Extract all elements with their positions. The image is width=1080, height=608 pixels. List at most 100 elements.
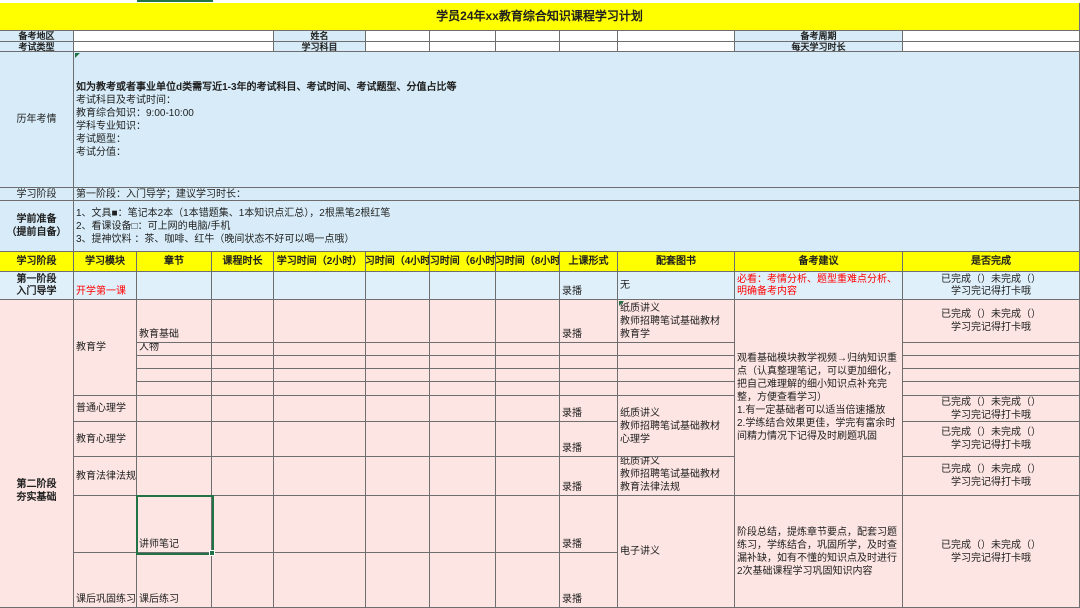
empty-cell[interactable] — [560, 31, 618, 42]
empty-cell[interactable] — [903, 343, 1080, 356]
advice-cell[interactable]: 阶段总结，提炼章节要点，配套习题 练习，学练结合，巩固所学，及时查 漏补缺，如有… — [735, 496, 903, 608]
empty-cell[interactable] — [430, 553, 496, 608]
empty-cell[interactable] — [430, 422, 496, 457]
empty-cell[interactable] — [274, 457, 366, 496]
book-cell[interactable]: 纸质讲义 教师招聘笔试基础教材 教育法律法规 — [618, 457, 735, 496]
col-header-time-4h[interactable]: 习时间（4小时 — [366, 252, 430, 272]
empty-cell[interactable] — [430, 457, 496, 496]
empty-cell[interactable] — [137, 272, 212, 300]
empty-cell[interactable] — [496, 343, 560, 356]
empty-cell[interactable] — [212, 396, 274, 422]
prep-label-cell[interactable]: 学前准备 （提前自备） — [0, 201, 74, 252]
format-cell[interactable]: 录播 — [560, 300, 618, 343]
empty-cell[interactable] — [903, 42, 1080, 52]
empty-cell[interactable] — [618, 31, 735, 42]
empty-cell[interactable] — [274, 356, 366, 369]
stage1-format-cell[interactable]: 录播 — [560, 272, 618, 300]
period-label-cell[interactable]: 备考周期 — [735, 31, 903, 42]
empty-cell[interactable] — [366, 343, 430, 356]
empty-cell[interactable] — [560, 382, 618, 396]
empty-cell[interactable] — [496, 422, 560, 457]
empty-cell[interactable] — [274, 496, 366, 553]
empty-cell[interactable] — [274, 422, 366, 457]
empty-cell[interactable] — [496, 496, 560, 553]
empty-cell[interactable] — [496, 31, 560, 42]
empty-cell[interactable] — [496, 553, 560, 608]
empty-cell[interactable] — [274, 396, 366, 422]
book-cell[interactable]: 电子讲义 — [618, 496, 735, 608]
empty-cell[interactable] — [366, 457, 430, 496]
fill-handle[interactable] — [209, 550, 215, 556]
empty-cell[interactable] — [274, 300, 366, 343]
empty-cell[interactable] — [274, 343, 366, 356]
col-header-time-2h[interactable]: 学习时间（2小时） — [274, 252, 366, 272]
empty-cell[interactable] — [212, 496, 274, 553]
empty-cell[interactable] — [366, 382, 430, 396]
empty-cell[interactable] — [496, 356, 560, 369]
empty-cell[interactable] — [137, 369, 212, 382]
empty-cell[interactable] — [212, 369, 274, 382]
empty-cell[interactable] — [618, 369, 735, 382]
empty-cell[interactable] — [137, 422, 212, 457]
empty-cell[interactable] — [560, 356, 618, 369]
empty-cell[interactable] — [560, 42, 618, 52]
advice-cell[interactable]: 观看基础模块教学视频→归纳知识重 点（认真整理笔记，可以更加细化， 把自己难理解… — [735, 300, 903, 496]
empty-cell[interactable] — [137, 457, 212, 496]
col-header-books[interactable]: 配套图书 — [618, 252, 735, 272]
history-label-cell[interactable]: 历年考情 — [0, 52, 74, 188]
empty-cell[interactable] — [496, 300, 560, 343]
empty-cell[interactable] — [366, 272, 430, 300]
empty-cell[interactable] — [212, 300, 274, 343]
col-header-module[interactable]: 学习模块 — [74, 252, 137, 272]
book-cell[interactable]: 纸质讲义 教师招聘笔试基础教材 心理学 — [618, 396, 735, 457]
module-cell-general-psychology[interactable]: 普通心理学 — [74, 396, 137, 422]
completion-cell[interactable]: 已完成（）未完成（） 学习完记得打卡哦 — [903, 300, 1080, 343]
empty-cell[interactable] — [903, 356, 1080, 369]
module-cell-education-law[interactable]: 教育法律法规 — [74, 457, 137, 496]
module-cell-pedagogy[interactable]: 教育学 — [74, 300, 137, 396]
empty-cell[interactable] — [274, 272, 366, 300]
empty-cell[interactable] — [74, 42, 274, 52]
completion-cell[interactable]: 已完成（）未完成（） 学习完记得打卡哦 — [903, 457, 1080, 496]
empty-cell[interactable] — [366, 496, 430, 553]
empty-cell[interactable] — [618, 343, 735, 356]
module-cell-educational-psychology[interactable]: 教育心理学 — [74, 422, 137, 457]
empty-cell[interactable] — [430, 300, 496, 343]
empty-cell[interactable] — [366, 356, 430, 369]
empty-cell[interactable] — [274, 369, 366, 382]
empty-cell[interactable] — [137, 382, 212, 396]
empty-cell[interactable] — [274, 553, 366, 608]
empty-cell[interactable] — [496, 382, 560, 396]
chapter-cell[interactable]: 人物 — [137, 343, 212, 356]
empty-cell[interactable] — [618, 382, 735, 396]
empty-cell[interactable] — [496, 369, 560, 382]
format-cell[interactable]: 录播 — [560, 396, 618, 422]
format-cell[interactable]: 录播 — [560, 457, 618, 496]
col-header-completion[interactable]: 是否完成 — [903, 252, 1080, 272]
empty-cell[interactable] — [430, 356, 496, 369]
sheet-title-cell[interactable]: 学员24年xx教育综合知识课程学习计划 — [0, 3, 1080, 31]
history-content-cell[interactable]: 如为教考或者事业单位d类需写近1-3年的考试科目、考试时间、考试题型、分值占比等… — [74, 52, 1080, 188]
empty-cell[interactable] — [618, 42, 735, 52]
col-header-stage[interactable]: 学习阶段 — [0, 252, 74, 272]
prep-items-cell[interactable]: 1、文具■：笔记本2本（1本错题集、1本知识点汇总），2根黑笔2根红笔 2、看课… — [74, 201, 1080, 252]
chapter-cell[interactable]: 教育基础 — [137, 300, 212, 343]
empty-cell[interactable] — [496, 457, 560, 496]
col-header-chapter[interactable]: 章节 — [137, 252, 212, 272]
empty-cell[interactable] — [430, 496, 496, 553]
completion-cell[interactable]: 已完成（）未完成（） 学习完记得打卡哦 — [903, 496, 1080, 608]
empty-cell[interactable] — [903, 31, 1080, 42]
stage1-completion-cell[interactable]: 已完成（）未完成（） 学习完记得打卡哦 — [903, 272, 1080, 300]
empty-cell[interactable] — [212, 272, 274, 300]
format-cell[interactable]: 录播 — [560, 553, 618, 608]
phase-value-cell[interactable]: 第一阶段：入门导学；建议学习时长： — [74, 188, 1080, 201]
empty-cell[interactable] — [366, 369, 430, 382]
region-label-cell[interactable]: 备考地区 — [0, 31, 74, 42]
format-cell[interactable]: 录播 — [560, 496, 618, 553]
subject-label-cell[interactable]: 学习科目 — [274, 42, 366, 52]
empty-cell[interactable] — [430, 382, 496, 396]
stage1-module-cell[interactable]: 开学第一课 — [74, 272, 137, 300]
empty-cell[interactable] — [137, 396, 212, 422]
empty-cell[interactable] — [366, 422, 430, 457]
empty-cell[interactable] — [618, 356, 735, 369]
